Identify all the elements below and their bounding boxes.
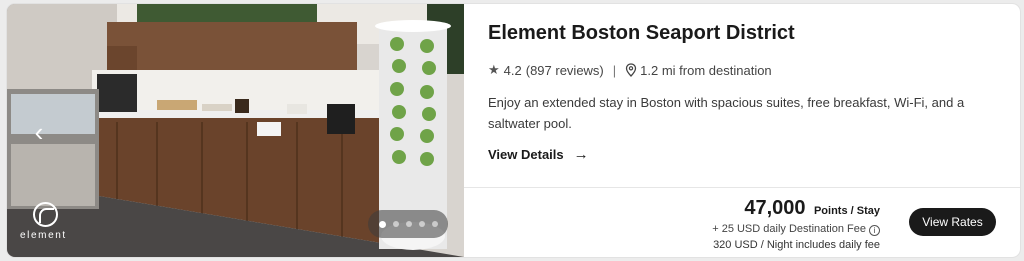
carousel-indicator bbox=[368, 210, 448, 238]
element-logo-icon bbox=[33, 202, 58, 227]
distance-text: 1.2 mi from destination bbox=[640, 62, 772, 78]
section-divider bbox=[464, 187, 1020, 188]
points-amount: 47,000 bbox=[744, 197, 806, 219]
view-details-link[interactable]: View Details → bbox=[488, 146, 589, 163]
hotel-description: Enjoy an extended stay in Boston with sp… bbox=[488, 95, 965, 131]
meta-divider: | bbox=[612, 62, 617, 78]
star-icon: ★ bbox=[488, 62, 500, 77]
hotel-photo[interactable]: ‹ element bbox=[7, 4, 464, 257]
rating-value: 4.2 bbox=[503, 62, 522, 78]
arrow-right-icon: → bbox=[573, 146, 589, 163]
carousel-dot[interactable] bbox=[431, 221, 438, 227]
brand-logo: element bbox=[17, 202, 77, 246]
destination-fee-text: + 25 USD daily Destination Fee bbox=[712, 223, 866, 235]
hotel-name[interactable]: Element Boston Seaport District bbox=[488, 22, 795, 45]
view-details-label: View Details bbox=[488, 147, 564, 162]
hotel-info: Element Boston Seaport District ★ 4.2 (8… bbox=[464, 4, 1020, 187]
hotel-card: ‹ element Element Boston Seaport Distric… bbox=[7, 4, 1020, 257]
destination-fee: + 25 USD daily Destination Fee i bbox=[660, 223, 880, 236]
hotel-meta: ★ 4.2 (897 reviews) | 1.2 mi from destin… bbox=[488, 62, 772, 78]
points-unit: Points / Stay bbox=[813, 205, 880, 217]
info-icon[interactable]: i bbox=[869, 225, 880, 236]
carousel-dot[interactable] bbox=[378, 220, 386, 228]
brand-name: element bbox=[20, 230, 67, 241]
price-block: 47,000 Points / Stay + 25 USD daily Dest… bbox=[660, 197, 880, 251]
nightly-rate: 320 USD / Night includes daily fee bbox=[713, 239, 880, 251]
map-pin-icon bbox=[626, 63, 637, 77]
carousel-dot[interactable] bbox=[392, 221, 399, 227]
carousel-dot[interactable] bbox=[418, 221, 425, 227]
carousel-dot[interactable] bbox=[405, 221, 412, 227]
carousel-prev-button[interactable]: ‹ bbox=[27, 117, 51, 147]
view-rates-button[interactable]: View Rates bbox=[909, 208, 996, 236]
review-count[interactable]: (897 reviews) bbox=[526, 63, 604, 78]
points-line: 47,000 Points / Stay bbox=[660, 197, 880, 220]
